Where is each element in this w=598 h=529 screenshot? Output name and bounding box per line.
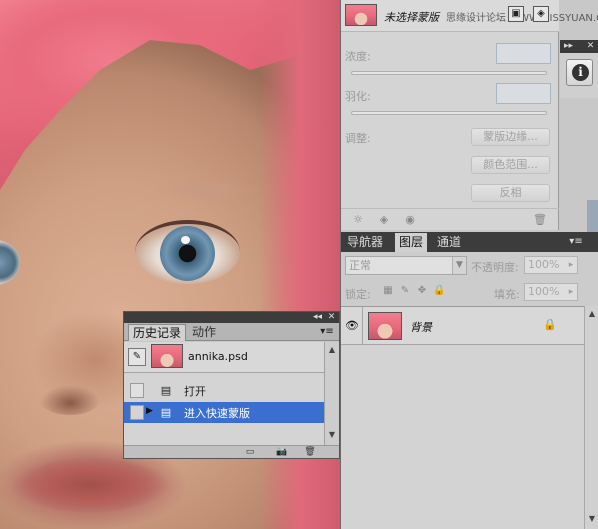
scroll-down-icon[interactable]: ▼ xyxy=(327,430,337,440)
layer-thumbnail xyxy=(368,312,402,340)
layer-name: 背景 xyxy=(410,321,432,334)
blend-mode-select[interactable]: 正常 ▼ xyxy=(345,256,467,275)
feather-input[interactable] xyxy=(496,83,551,104)
fill-input[interactable]: 100% ▸ xyxy=(524,283,578,301)
history-state-selected[interactable]: ▶ ▤ 进入快速蒙版 xyxy=(124,402,324,423)
blend-mode-value: 正常 xyxy=(349,259,371,272)
fill-label: 填充: xyxy=(494,288,520,301)
chevron-down-icon: ▼ xyxy=(452,257,466,274)
adjust-label: 调整: xyxy=(345,132,371,145)
trash-icon[interactable]: 🗑 xyxy=(304,447,316,458)
close-icon[interactable]: ✕ xyxy=(326,312,337,323)
history-state-label: 打开 xyxy=(184,385,206,398)
layer-row[interactable]: 👁 背景 🔒 xyxy=(341,307,584,345)
snapshot-thumbnail xyxy=(151,344,183,368)
snapshot-camera-icon[interactable]: 📷 xyxy=(276,447,288,458)
tab-actions[interactable]: 动作 xyxy=(188,324,220,341)
feather-slider[interactable] xyxy=(351,111,547,115)
new-document-icon[interactable]: ▭ xyxy=(244,447,256,458)
close-icon[interactable]: ✕ xyxy=(585,41,596,52)
expand-icon[interactable]: ▸▸ xyxy=(563,41,574,52)
tab-navigator[interactable]: 导航器 xyxy=(343,233,387,252)
masks-header: 未选择蒙版 思缘设计论坛 WWW.MISSYUAN.COM ▣ ◈ xyxy=(341,0,598,32)
mask-edge-button[interactable]: 蒙版边缘... xyxy=(471,128,550,146)
mask-thumbnail[interactable] xyxy=(345,4,377,26)
history-titlebar[interactable]: ◂◂ ✕ xyxy=(124,312,339,323)
lock-image-icon[interactable]: ✎ xyxy=(399,285,411,297)
scroll-up-icon[interactable]: ▲ xyxy=(327,345,337,355)
history-scrollbar[interactable]: ▲ ▼ xyxy=(324,342,339,445)
opacity-label: 不透明度: xyxy=(471,261,519,274)
fill-value: 100% xyxy=(528,285,560,298)
density-label: 浓度: xyxy=(345,50,371,63)
invert-button[interactable]: 反相 xyxy=(471,184,550,202)
lock-transparency-icon[interactable]: ▦ xyxy=(382,285,394,297)
eye-icon: 👁 xyxy=(345,319,359,332)
tab-channels[interactable]: 通道 xyxy=(433,233,465,252)
tab-layers[interactable]: 图层 xyxy=(395,233,428,252)
opacity-input[interactable]: 100% ▸ xyxy=(524,256,578,274)
panel-menu-icon[interactable]: ▾≡ xyxy=(320,326,334,338)
layers-tabbar: 导航器 图层 通道 ▾≡ xyxy=(341,232,598,252)
color-range-button[interactable]: 颜色范围... xyxy=(471,156,550,174)
mask-title: 未选择蒙版 xyxy=(384,11,439,24)
load-selection-icon[interactable]: ☼ xyxy=(351,213,365,227)
left-eye xyxy=(0,240,20,285)
history-state-label: 进入快速蒙版 xyxy=(184,407,250,420)
scroll-down-icon[interactable]: ▼ xyxy=(587,514,597,524)
opacity-value: 100% xyxy=(528,258,560,271)
history-list: ✎ annika.psd ▤ 打开 ▶ ▤ 进入快速蒙版 xyxy=(124,342,324,445)
history-pointer-icon[interactable]: ▶ xyxy=(146,406,153,416)
document-icon: ▤ xyxy=(160,406,172,419)
lock-label: 锁定: xyxy=(345,288,371,301)
layers-panel: 导航器 图层 通道 ▾≡ 正常 ▼ 不透明度: 100% ▸ 锁定: ▦ ✎ ✥… xyxy=(341,232,598,529)
density-slider[interactable] xyxy=(351,71,547,75)
masks-panel: 未选择蒙版 思缘设计论坛 WWW.MISSYUAN.COM ▣ ◈ 浓度: 羽化… xyxy=(341,0,598,230)
lock-position-icon[interactable]: ✥ xyxy=(416,285,428,297)
feather-label: 羽化: xyxy=(345,90,371,103)
lock-all-icon[interactable]: 🔒 xyxy=(433,285,445,297)
history-source-checkbox[interactable] xyxy=(130,383,144,398)
masks-footer: ☼ ◈ ◉ 🗑 xyxy=(341,208,559,230)
history-tabbar: 历史记录 动作 ▾≡ xyxy=(124,323,339,341)
info-mini-panel: ▸▸ ✕ i xyxy=(560,40,598,98)
panel-dock: 未选择蒙版 思缘设计论坛 WWW.MISSYUAN.COM ▣ ◈ 浓度: 羽化… xyxy=(340,0,598,529)
snapshot-name: annika.psd xyxy=(188,350,248,363)
info-button[interactable]: i xyxy=(566,59,593,86)
vector-mask-icon[interactable]: ◈ xyxy=(533,6,549,22)
nostril xyxy=(40,385,100,415)
scroll-up-icon[interactable]: ▲ xyxy=(587,309,597,319)
history-footer: ▭ 📷 🗑 xyxy=(124,445,339,458)
history-panel: ◂◂ ✕ 历史记录 动作 ▾≡ ✎ annika.psd ▤ 打开 ▶ ▤ 进入… xyxy=(123,311,340,459)
iris xyxy=(160,226,215,281)
chevron-right-icon: ▸ xyxy=(568,260,574,270)
history-snapshot[interactable]: ✎ annika.psd xyxy=(124,342,324,373)
apply-mask-icon[interactable]: ◈ xyxy=(377,213,391,227)
panel-menu-icon[interactable]: ▾≡ xyxy=(569,236,583,248)
layer-list: 👁 背景 🔒 xyxy=(341,306,584,529)
document-icon: ▤ xyxy=(160,384,172,397)
disable-mask-icon[interactable]: ◉ xyxy=(403,213,417,227)
lips xyxy=(10,455,170,515)
trash-icon[interactable]: 🗑 xyxy=(533,213,547,227)
visibility-toggle[interactable]: 👁 xyxy=(341,307,363,345)
pixel-mask-icon[interactable]: ▣ xyxy=(508,6,524,22)
chevron-right-icon: ▸ xyxy=(568,287,574,297)
history-state[interactable]: ▤ 打开 xyxy=(124,380,324,401)
history-brush-icon[interactable]: ✎ xyxy=(128,348,146,366)
collapse-icon[interactable]: ◂◂ xyxy=(312,312,323,323)
eyebrow xyxy=(150,180,260,204)
iris-highlight xyxy=(181,236,190,244)
density-input[interactable] xyxy=(496,43,551,64)
info-strip-titlebar: ▸▸ ✕ xyxy=(560,40,598,53)
lock-icon: 🔒 xyxy=(543,318,557,331)
layers-scrollbar[interactable]: ▲ ▼ xyxy=(584,306,598,529)
tab-history[interactable]: 历史记录 xyxy=(128,324,187,341)
history-source-checkbox[interactable] xyxy=(130,405,144,420)
info-icon: i xyxy=(572,64,589,81)
